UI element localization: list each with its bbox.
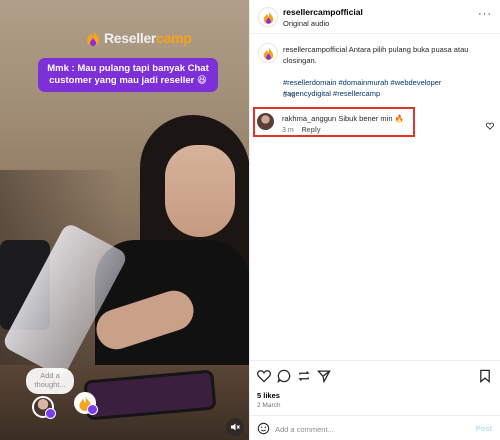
- comment-meta: 3 m Reply: [282, 127, 321, 134]
- comment-button[interactable]: [277, 369, 291, 383]
- viewer-avatar[interactable]: [32, 396, 56, 419]
- comment-body: Sibuk bener min 🔥: [338, 114, 404, 123]
- save-button[interactable]: [478, 369, 492, 383]
- flame-logo-icon: [263, 10, 273, 24]
- brand-logo: Resellercamp: [86, 30, 192, 46]
- repost-button[interactable]: [297, 369, 311, 383]
- bookmark-icon: [480, 369, 490, 383]
- account-username[interactable]: resellercampofficial: [283, 7, 363, 17]
- caption-hashtags[interactable]: #resellerdomain #domainmurah #webdevelop…: [283, 78, 441, 98]
- heart-icon: [485, 122, 495, 130]
- brand-name-part2: camp: [156, 30, 192, 46]
- comment-input[interactable]: [275, 421, 455, 437]
- video-caption-bubble: Mmk : Mau pulang tapi banyak Chat custom…: [38, 58, 218, 92]
- post-actions: 5 likes 2 March Post: [249, 360, 500, 440]
- like-button[interactable]: [257, 369, 271, 383]
- commenter-avatar[interactable]: [257, 113, 274, 130]
- post-comment-button[interactable]: Post: [476, 424, 492, 433]
- post-time: 5 w: [283, 92, 294, 99]
- add-comment-row: Post: [249, 415, 500, 440]
- flame-logo-icon: [263, 46, 273, 60]
- comment-item: rakhma_anggun Sibuk bener min 🔥 3 m Repl…: [249, 110, 500, 140]
- flame-logo-icon: [86, 30, 100, 46]
- badge-icon: [87, 404, 98, 415]
- reply-button[interactable]: Reply: [302, 127, 321, 134]
- account-avatar[interactable]: [258, 7, 278, 27]
- account-avatar[interactable]: [258, 43, 278, 63]
- emoji-icon: [257, 422, 270, 435]
- caption-text: resellercampofficial Antara pilih pulang…: [283, 44, 488, 99]
- action-icons: [257, 369, 331, 383]
- mute-button[interactable]: [226, 418, 244, 436]
- comment-bubble-icon: [277, 369, 291, 383]
- repost-icon: [298, 371, 310, 381]
- account-avatar[interactable]: [74, 392, 98, 415]
- share-button[interactable]: [317, 369, 331, 383]
- scene-person-face: [165, 145, 235, 237]
- caption-username[interactable]: resellercampofficial: [283, 45, 347, 54]
- badge-icon: [45, 408, 56, 419]
- comment-like-button[interactable]: [485, 117, 495, 135]
- post-date: 2 March: [257, 402, 281, 409]
- add-thought-bubble[interactable]: Add a thought...: [26, 368, 74, 394]
- speaker-muted-icon: [231, 423, 240, 431]
- comment-username[interactable]: rakhma_anggun: [282, 114, 336, 123]
- emoji-button[interactable]: [257, 422, 270, 440]
- post-header: resellercampofficial Original audio ···: [250, 0, 500, 34]
- audio-link[interactable]: Original audio: [283, 19, 329, 28]
- likes-count[interactable]: 5 likes: [257, 391, 280, 400]
- brand-name: Resellercamp: [104, 30, 192, 46]
- heart-icon: [257, 370, 271, 383]
- comment-time: 3 m: [282, 127, 294, 134]
- brand-name-part1: Reseller: [104, 30, 157, 46]
- more-options-button[interactable]: ···: [478, 8, 492, 20]
- comment-text: rakhma_anggun Sibuk bener min 🔥: [282, 114, 404, 123]
- send-icon: [317, 370, 331, 383]
- reel-video[interactable]: Resellercamp Mmk : Mau pulang tapi banya…: [0, 0, 249, 440]
